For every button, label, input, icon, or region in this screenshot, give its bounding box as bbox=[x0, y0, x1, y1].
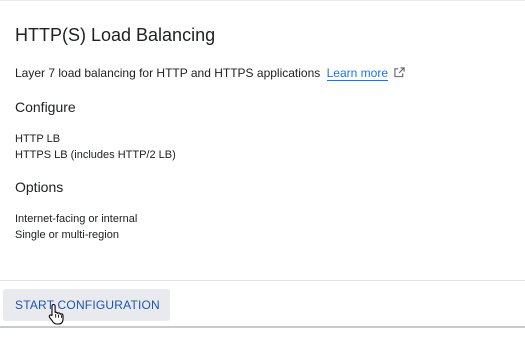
card-description: Layer 7 load balancing for HTTP and HTTP… bbox=[15, 65, 405, 81]
options-heading: Options bbox=[15, 179, 64, 195]
footer-divider bbox=[0, 280, 525, 281]
list-item: HTTPS LB (includes HTTP/2 LB) bbox=[15, 149, 176, 161]
configure-list: HTTP LB HTTPS LB (includes HTTP/2 LB) bbox=[15, 131, 176, 163]
list-item: HTTP LB bbox=[15, 133, 61, 145]
configure-heading: Configure bbox=[15, 99, 76, 115]
card-title: HTTP(S) Load Balancing bbox=[15, 25, 216, 45]
learn-more-link[interactable]: Learn more bbox=[326, 66, 388, 81]
start-configuration-button[interactable]: START CONFIGURATION bbox=[3, 289, 170, 321]
external-link-icon[interactable] bbox=[394, 67, 405, 78]
description-text: Layer 7 load balancing for HTTP and HTTP… bbox=[15, 66, 321, 80]
options-list: Internet-facing or internal Single or mu… bbox=[15, 211, 137, 243]
list-item: Single or multi-region bbox=[15, 229, 119, 241]
list-item: Internet-facing or internal bbox=[15, 213, 138, 225]
hand-pointer-icon bbox=[48, 303, 64, 325]
load-balancer-card: HTTP(S) Load Balancing Layer 7 load bala… bbox=[0, 0, 525, 328]
